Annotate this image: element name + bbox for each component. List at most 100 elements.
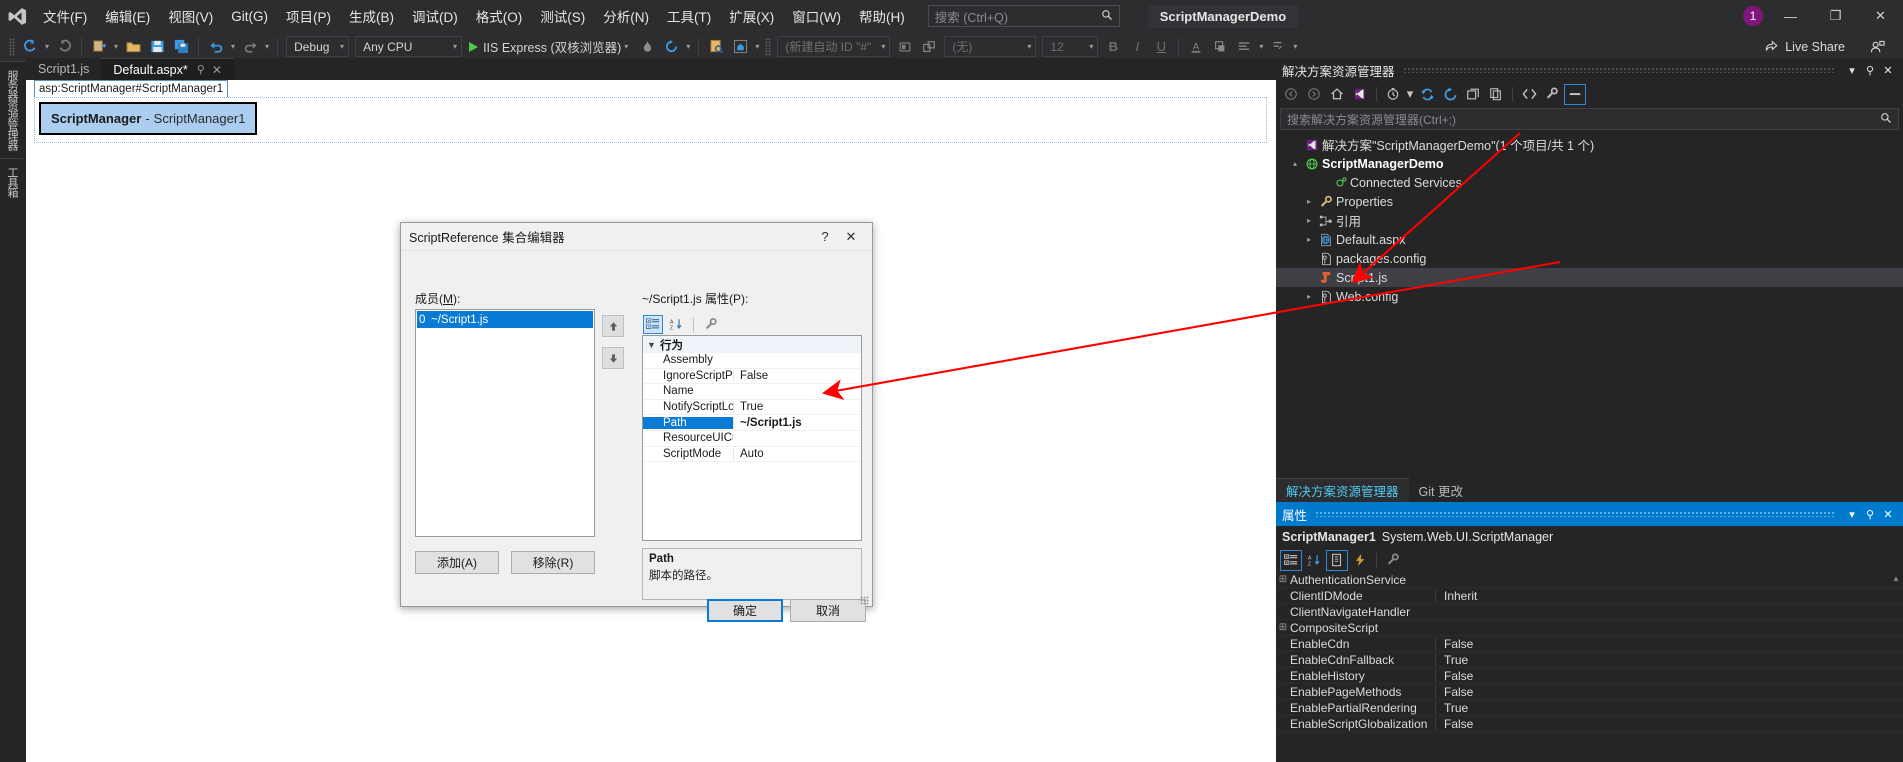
property-row[interactable]: ⊞ CompositeScript (1276, 620, 1903, 636)
property-value[interactable]: True (1435, 700, 1903, 715)
table-icon[interactable] (918, 36, 940, 58)
property-grid[interactable]: ▼ 行为 Assembly IgnoreScriptPath False Nam… (642, 335, 862, 541)
expander-icon[interactable]: ⊞ (1276, 574, 1290, 585)
property-row[interactable]: EnableHistory False (1276, 668, 1903, 684)
refresh-dropdown-icon[interactable]: ▾ (683, 42, 693, 51)
refresh-icon[interactable] (660, 36, 682, 58)
vtab-toolbox[interactable]: 工具箱 (0, 158, 23, 205)
menu-analyze[interactable]: 分析(N) (594, 0, 658, 32)
menu-view[interactable]: 视图(V) (159, 0, 222, 32)
property-row[interactable]: EnablePageMethods False (1276, 684, 1903, 700)
tree-item-packages-config[interactable]: packages.config (1276, 249, 1903, 268)
scriptreference-collection-editor-dialog[interactable]: ScriptReference 集合编辑器 ? ✕ 成员(M): ~/Scrip… (400, 222, 873, 622)
property-row[interactable]: ⊞ AuthenticationService (1276, 572, 1903, 588)
events-icon[interactable] (1349, 550, 1371, 571)
chevron-down-icon[interactable]: ▼ (647, 340, 660, 350)
back-dropdown-icon[interactable]: ▾ (42, 42, 52, 51)
panel-drag-handle[interactable] (1315, 511, 1835, 517)
expander-icon[interactable]: ▸ (1302, 292, 1316, 301)
toolbar-grip[interactable] (9, 37, 15, 56)
list-item[interactable]: 0 ~/Script1.js (417, 311, 593, 328)
tree-item-references[interactable]: ▸ 引用 (1276, 211, 1903, 230)
tree-item-script1-js[interactable]: Script1.js (1276, 268, 1903, 287)
property-row[interactable]: ClientNavigateHandler (1276, 604, 1903, 620)
property-value[interactable]: False (1435, 636, 1903, 651)
dialog-close-button[interactable]: ✕ (838, 225, 864, 249)
categorized-view-icon[interactable] (643, 314, 663, 334)
members-list[interactable]: 0 ~/Script1.js (415, 309, 595, 537)
file-find-icon[interactable] (705, 36, 727, 58)
solution-configuration-combo[interactable]: Debug ▾ (286, 36, 350, 57)
menu-help[interactable]: 帮助(H) (850, 0, 914, 32)
properties-grid[interactable]: ⊞ AuthenticationService ClientIDMode Inh… (1276, 572, 1903, 732)
foreground-color-icon[interactable]: A (1185, 36, 1207, 58)
show-all-files-icon[interactable] (1485, 84, 1507, 105)
scriptmanager-control[interactable]: ScriptManager - ScriptManager1 (39, 102, 258, 135)
pending-changes-icon[interactable] (1382, 84, 1404, 105)
expander-icon[interactable]: ▸ (1302, 235, 1316, 244)
doc-tab-script1js[interactable]: Script1.js (26, 58, 101, 80)
move-up-button[interactable] (602, 315, 624, 337)
alphabetical-sort-icon[interactable]: AZ (1303, 550, 1325, 571)
property-row[interactable]: EnablePartialRendering True (1276, 700, 1903, 716)
property-pages-icon[interactable] (1382, 550, 1404, 571)
tree-item-web-config[interactable]: ▸ Web.config (1276, 287, 1903, 306)
tree-item-solution[interactable]: 解决方案"ScriptManagerDemo"(1 个项目/共 1 个) (1276, 135, 1903, 154)
property-value[interactable]: False (1435, 716, 1903, 731)
properties-icon[interactable] (1326, 549, 1348, 571)
live-share-people-icon[interactable] (1866, 36, 1888, 58)
new-project-icon[interactable] (88, 36, 110, 58)
italic-button[interactable]: I (1126, 36, 1148, 58)
align-dropdown-icon[interactable]: ▾ (1256, 42, 1266, 51)
home-icon[interactable] (729, 36, 751, 58)
tag-navigator[interactable]: asp:ScriptManager#ScriptManager1 (34, 80, 229, 99)
tree-item-connected-services[interactable]: Connected Services (1276, 173, 1903, 192)
underline-button[interactable]: U (1150, 36, 1172, 58)
menu-build[interactable]: 生成(B) (340, 0, 403, 32)
tab-git-changes[interactable]: Git 更改 (1409, 478, 1473, 502)
property-row[interactable]: EnableCdnFallback True (1276, 652, 1903, 668)
close-icon[interactable]: ✕ (1879, 508, 1897, 521)
preview-selected-items-icon[interactable] (1564, 83, 1586, 105)
restore-button[interactable]: ❐ (1813, 0, 1858, 32)
solution-explorer-search-input[interactable]: 搜索解决方案资源管理器(Ctrl+;) (1280, 108, 1899, 130)
overflow-icon[interactable]: ▾ (752, 42, 762, 51)
tree-item-project[interactable]: ▴ ScriptManagerDemo (1276, 154, 1903, 173)
undo-icon[interactable] (205, 36, 227, 58)
resize-grip[interactable] (860, 596, 869, 605)
categorized-view-icon[interactable] (1280, 549, 1302, 571)
property-row[interactable]: ClientIDMode Inherit (1276, 588, 1903, 604)
property-value[interactable]: Inherit (1435, 588, 1903, 603)
property-row[interactable]: Name (643, 384, 861, 400)
property-pages-icon[interactable] (701, 315, 721, 334)
view-code-icon[interactable] (1518, 84, 1540, 105)
redo-dropdown-icon[interactable]: ▾ (262, 42, 272, 51)
ok-button[interactable]: 确定 (707, 599, 783, 622)
chevron-down-icon[interactable]: ▾ (1843, 508, 1861, 521)
back-icon[interactable] (1280, 84, 1302, 105)
solution-icon[interactable] (1349, 84, 1371, 105)
open-file-icon[interactable] (122, 36, 144, 58)
pending-changes-dropdown-icon[interactable]: ▾ (1405, 84, 1415, 105)
save-all-icon[interactable] (170, 36, 192, 58)
target-id-combo[interactable]: (新建自动 ID "#" ▾ (777, 36, 891, 57)
menu-git[interactable]: Git(G) (222, 0, 277, 32)
expander-icon[interactable]: ▸ (1302, 197, 1316, 206)
expander-icon[interactable]: ▴ (1288, 159, 1302, 168)
menu-debug[interactable]: 调试(D) (403, 0, 467, 32)
pin-icon[interactable]: ⚲ (1861, 508, 1879, 521)
add-button[interactable]: 添加(A) (415, 551, 499, 574)
menu-test[interactable]: 测试(S) (531, 0, 594, 32)
refresh-icon[interactable] (1439, 84, 1461, 105)
chevron-down-icon[interactable]: ▾ (1843, 64, 1861, 77)
scroll-up-arrow[interactable]: ▲ (1891, 574, 1901, 583)
navigate-back-icon[interactable] (19, 36, 41, 58)
menu-file[interactable]: 文件(F) (34, 0, 96, 32)
global-search-input[interactable]: 搜索 (Ctrl+Q) (927, 5, 1120, 27)
align-icon[interactable] (1233, 36, 1255, 58)
property-value[interactable]: ~/Script1.js (733, 416, 861, 429)
tab-solution-explorer[interactable]: 解决方案资源管理器 (1276, 478, 1409, 502)
bold-button[interactable]: B (1102, 36, 1124, 58)
start-debug-button[interactable]: IIS Express (双核浏览器) ▾ (465, 37, 635, 56)
menu-tools[interactable]: 工具(T) (658, 0, 720, 32)
